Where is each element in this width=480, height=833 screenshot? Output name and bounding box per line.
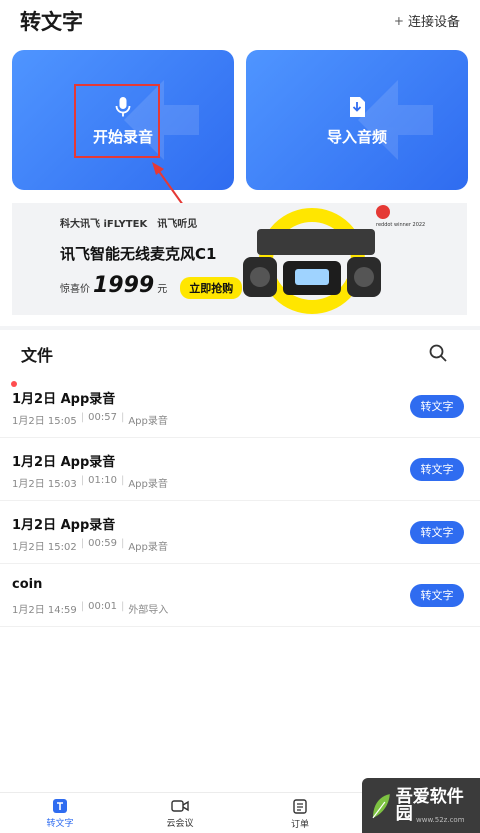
price-unit: 元 bbox=[157, 284, 168, 295]
price-value: 1999 bbox=[93, 273, 155, 298]
tab-transcribe[interactable]: 转文字 bbox=[0, 793, 120, 833]
file-name: 1月2日 App录音 bbox=[12, 392, 116, 407]
tab-label: 订单 bbox=[290, 820, 309, 830]
file-date: 1月2日 15:03 bbox=[12, 479, 77, 490]
file-duration: 01:10 bbox=[88, 475, 117, 486]
tab-cloud-meeting[interactable]: 云会议 bbox=[120, 793, 240, 833]
file-name: 1月2日 App录音 bbox=[12, 455, 116, 470]
import-audio-card[interactable]: 导入音频 bbox=[246, 50, 468, 190]
tab-label: 云会议 bbox=[166, 819, 194, 829]
download-file-icon bbox=[348, 96, 366, 118]
file-source: App录音 bbox=[128, 479, 168, 490]
meta-separator: | bbox=[120, 412, 125, 423]
file-name: 1月2日 App录音 bbox=[12, 518, 116, 533]
file-name: coin bbox=[12, 577, 43, 592]
files-section-title: 文件 bbox=[21, 346, 54, 365]
file-date: 1月2日 15:02 bbox=[12, 542, 77, 553]
file-source: App录音 bbox=[128, 542, 168, 553]
convert-to-text-button[interactable]: 转文字 bbox=[410, 521, 464, 544]
file-meta: 1月2日 15:03 | 01:10 | App录音 bbox=[12, 475, 168, 490]
connect-device-button[interactable]: + 连接设备 bbox=[393, 11, 460, 31]
banner-price-row: 惊喜价 1999 元 立即抢购 bbox=[60, 273, 243, 299]
meta-separator: | bbox=[120, 475, 125, 486]
video-camera-icon bbox=[171, 799, 189, 813]
annotation-highlight-box bbox=[74, 84, 160, 158]
file-date: 1月2日 14:59 bbox=[12, 605, 77, 616]
file-list-item[interactable]: 1月2日 App录音 1月2日 15:03 | 01:10 | App录音 转文… bbox=[0, 438, 480, 501]
header: 转文字 + 连接设备 bbox=[0, 0, 480, 42]
file-duration: 00:01 bbox=[88, 601, 117, 612]
search-icon[interactable] bbox=[428, 343, 448, 363]
file-date: 1月2日 15:05 bbox=[12, 416, 77, 427]
text-t-icon bbox=[53, 799, 67, 813]
meta-separator: | bbox=[120, 601, 125, 612]
tab-label: 转文字 bbox=[46, 819, 74, 829]
import-audio-label: 导入音频 bbox=[326, 128, 387, 146]
meta-separator: | bbox=[120, 538, 125, 549]
connect-device-label: 连接设备 bbox=[407, 15, 460, 30]
reddot-award-icon bbox=[376, 205, 390, 219]
meta-separator: | bbox=[80, 412, 85, 423]
unread-indicator bbox=[11, 381, 17, 387]
plus-icon: + bbox=[393, 13, 404, 28]
convert-to-text-button[interactable]: 转文字 bbox=[410, 458, 464, 481]
convert-to-text-button[interactable]: 转文字 bbox=[410, 584, 464, 607]
iflytek-logo: 科大讯飞 iFLYTEK bbox=[60, 219, 148, 230]
file-list-item[interactable]: coin 1月2日 14:59 | 00:01 | 外部导入 转文字 bbox=[0, 564, 480, 627]
meta-separator: | bbox=[80, 475, 85, 486]
banner-title: 讯飞智能无线麦克风C1 bbox=[60, 245, 217, 263]
section-divider bbox=[0, 326, 480, 330]
promo-banner[interactable]: 科大讯飞 iFLYTEK 讯飞听见 讯飞智能无线麦克风C1 惊喜价 1999 元… bbox=[12, 203, 467, 315]
banner-brands: 科大讯飞 iFLYTEK 讯飞听见 bbox=[60, 215, 197, 230]
file-list-item[interactable]: 1月2日 App录音 1月2日 15:05 | 00:57 | App录音 转文… bbox=[0, 375, 480, 438]
microphone-product-image bbox=[243, 208, 381, 314]
file-meta: 1月2日 15:05 | 00:57 | App录音 bbox=[12, 412, 168, 427]
meta-separator: | bbox=[80, 538, 85, 549]
convert-to-text-button[interactable]: 转文字 bbox=[410, 395, 464, 418]
order-list-icon bbox=[293, 799, 307, 814]
reddot-award-badge: reddot winner 2022 bbox=[376, 205, 434, 228]
tab-orders[interactable]: 订单 bbox=[240, 793, 360, 833]
price-label: 惊喜价 bbox=[60, 284, 90, 295]
leaf-icon bbox=[372, 793, 390, 818]
file-list: 1月2日 App录音 1月2日 15:05 | 00:57 | App录音 转文… bbox=[0, 375, 480, 627]
file-meta: 1月2日 14:59 | 00:01 | 外部导入 bbox=[12, 601, 168, 616]
file-duration: 00:59 bbox=[88, 538, 117, 549]
site-watermark-logo: 吾爱软件园 www.52z.com bbox=[362, 778, 480, 833]
buy-now-button[interactable]: 立即抢购 bbox=[180, 277, 243, 299]
file-meta: 1月2日 15:02 | 00:59 | App录音 bbox=[12, 538, 168, 553]
meta-separator: | bbox=[80, 601, 85, 612]
file-source: App录音 bbox=[128, 416, 168, 427]
file-source: 外部导入 bbox=[128, 605, 169, 616]
file-duration: 00:57 bbox=[88, 412, 117, 423]
tingjian-logo: 讯飞听见 bbox=[157, 219, 198, 230]
page-title: 转文字 bbox=[20, 10, 83, 34]
import-audio-content: 导入音频 bbox=[246, 96, 468, 147]
award-text: reddot winner 2022 bbox=[376, 222, 426, 228]
watermark-url: www.52z.com bbox=[416, 816, 465, 824]
file-list-item[interactable]: 1月2日 App录音 1月2日 15:02 | 00:59 | App录音 转文… bbox=[0, 501, 480, 564]
